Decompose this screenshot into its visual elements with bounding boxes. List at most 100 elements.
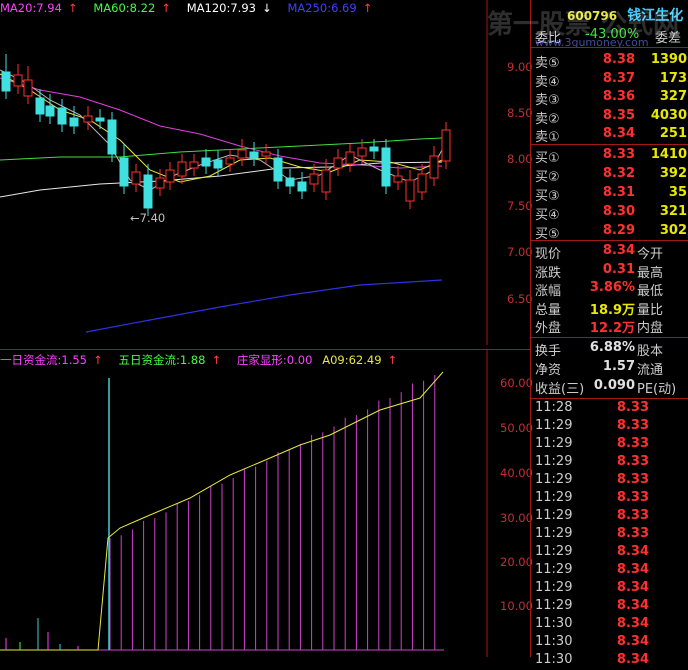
sell-order-row: 卖④ 8.37 173: [535, 70, 688, 90]
order-label: 卖④: [535, 74, 560, 90]
order-label: 卖⑤: [535, 56, 560, 71]
tick-row: 11:28 8.33: [535, 400, 688, 418]
tick-price: 8.34: [616, 652, 649, 667]
order-volume: 251: [659, 126, 687, 141]
candle-body: [405, 179, 415, 202]
candle-body: [23, 79, 33, 97]
candle-body: [357, 147, 367, 157]
stat-label-2: 量比: [637, 302, 664, 318]
stat-row: 总量 18.9万 量比: [535, 299, 688, 318]
stat-label-2: PE(动): [637, 382, 677, 397]
stat-value: 0.090: [593, 378, 635, 393]
candle-body: [381, 147, 391, 187]
flow-bars: [98, 375, 444, 651]
tick-price: 8.34: [616, 562, 649, 577]
candle-body: [165, 169, 175, 183]
tick-row: 11:29 8.34: [535, 580, 688, 598]
stat-label-2: 流通: [637, 363, 664, 378]
tick-price: 8.34: [616, 616, 649, 631]
stat-label: 总量: [535, 302, 562, 318]
tick-time: 11:29: [535, 436, 573, 451]
order-price: 8.29: [602, 223, 635, 238]
stat-label: 涨幅: [535, 284, 562, 299]
tick-row: 11:29 8.33: [535, 490, 688, 508]
candle-body: [45, 105, 55, 117]
stat-label: 外盘: [535, 321, 562, 336]
candle-body: [309, 173, 319, 185]
tick-price: 8.33: [616, 508, 649, 523]
ma5-line: [0, 69, 443, 191]
tick-price: 8.33: [616, 454, 649, 469]
stat-row: 换手 6.88% 股本: [535, 340, 688, 359]
stat-row: 外盘 12.2万 内盘: [535, 317, 688, 336]
candle-body: [213, 159, 223, 169]
candle-body: [225, 157, 235, 165]
candle-body: [143, 174, 153, 209]
stat-label-2: 内盘: [637, 321, 664, 336]
tick-time: 11:28: [535, 400, 573, 415]
order-price: 8.32: [602, 166, 635, 181]
money-flow-chart: [0, 350, 488, 657]
tick-time: 11:29: [535, 598, 573, 613]
stat-value: 1.57: [602, 359, 635, 374]
candle-body: [345, 151, 355, 165]
quote-panel: 600796 钱江生化 委比 -43.00% 委差 第一股票 www.3gumo…: [487, 0, 688, 667]
stat-label: 换手: [535, 344, 562, 359]
tick-price: 8.33: [616, 472, 649, 487]
ma250-line: [85, 279, 443, 333]
tick-row: 11:29 8.33: [535, 508, 688, 526]
candlestick-chart: ←7.40: [0, 0, 488, 345]
stat-value: 0.31: [602, 261, 635, 277]
order-volume: 1390: [650, 52, 687, 67]
buy-order-row: 买③ 8.31 35: [535, 185, 688, 204]
candle-body: [83, 115, 93, 123]
tick-row: 11:29 8.34: [535, 544, 688, 562]
tick-time: 11:29: [535, 544, 573, 559]
tick-price: 8.33: [616, 526, 649, 541]
tick-row: 11:29 8.33: [535, 472, 688, 490]
stat-row: 涨幅 3.86% 最低: [535, 280, 688, 299]
candle-body: [131, 171, 141, 185]
candle-body: [261, 151, 271, 157]
candle-body: [189, 161, 199, 169]
order-price: 8.37: [602, 70, 635, 86]
order-volume: 173: [659, 70, 687, 86]
stat-label-2: 股本: [637, 344, 664, 359]
stat-label: 净资: [535, 363, 562, 378]
order-price: 8.33: [602, 147, 635, 162]
tick-price: 8.33: [616, 436, 649, 451]
stat-value: 18.9万: [589, 302, 635, 318]
tick-row: 11:29 8.34: [535, 562, 688, 580]
tick-row: 11:29 8.34: [535, 598, 688, 616]
order-price: 8.31: [602, 185, 635, 200]
tick-time: 11:29: [535, 472, 573, 487]
order-volume: 35: [668, 185, 687, 200]
tick-time: 11:29: [535, 490, 573, 505]
tick-time: 11:29: [535, 526, 573, 541]
candle-body: [321, 169, 331, 193]
tick-time: 11:29: [535, 454, 573, 469]
tick-price: 8.33: [616, 400, 649, 415]
tick-row: 11:29 8.33: [535, 526, 688, 544]
tick-time: 11:29: [535, 418, 573, 433]
buy-order-row: 买④ 8.30 321: [535, 204, 688, 223]
tick-row: 11:30 8.34: [535, 652, 688, 670]
tick-price: 8.33: [616, 490, 649, 505]
tick-time: 11:30: [535, 652, 573, 667]
order-price: 8.34: [602, 126, 635, 141]
tick-price: 8.34: [616, 544, 649, 559]
stat-label: 现价: [535, 247, 562, 262]
buy-order-row: 买⑤ 8.29 302: [535, 223, 688, 242]
candle-body: [1, 71, 11, 92]
candle-body: [297, 181, 307, 192]
order-label: 卖③: [535, 93, 560, 108]
buy-order-row: 买② 8.32 392: [535, 166, 688, 185]
candle-body: [177, 161, 187, 177]
tick-price: 8.34: [616, 580, 649, 595]
candles: [1, 54, 451, 216]
stat-value: 6.88%: [589, 340, 635, 355]
candle-body: [333, 157, 343, 169]
order-volume: 392: [659, 166, 687, 181]
tick-price: 8.34: [616, 598, 649, 613]
order-volume: 302: [659, 223, 687, 238]
